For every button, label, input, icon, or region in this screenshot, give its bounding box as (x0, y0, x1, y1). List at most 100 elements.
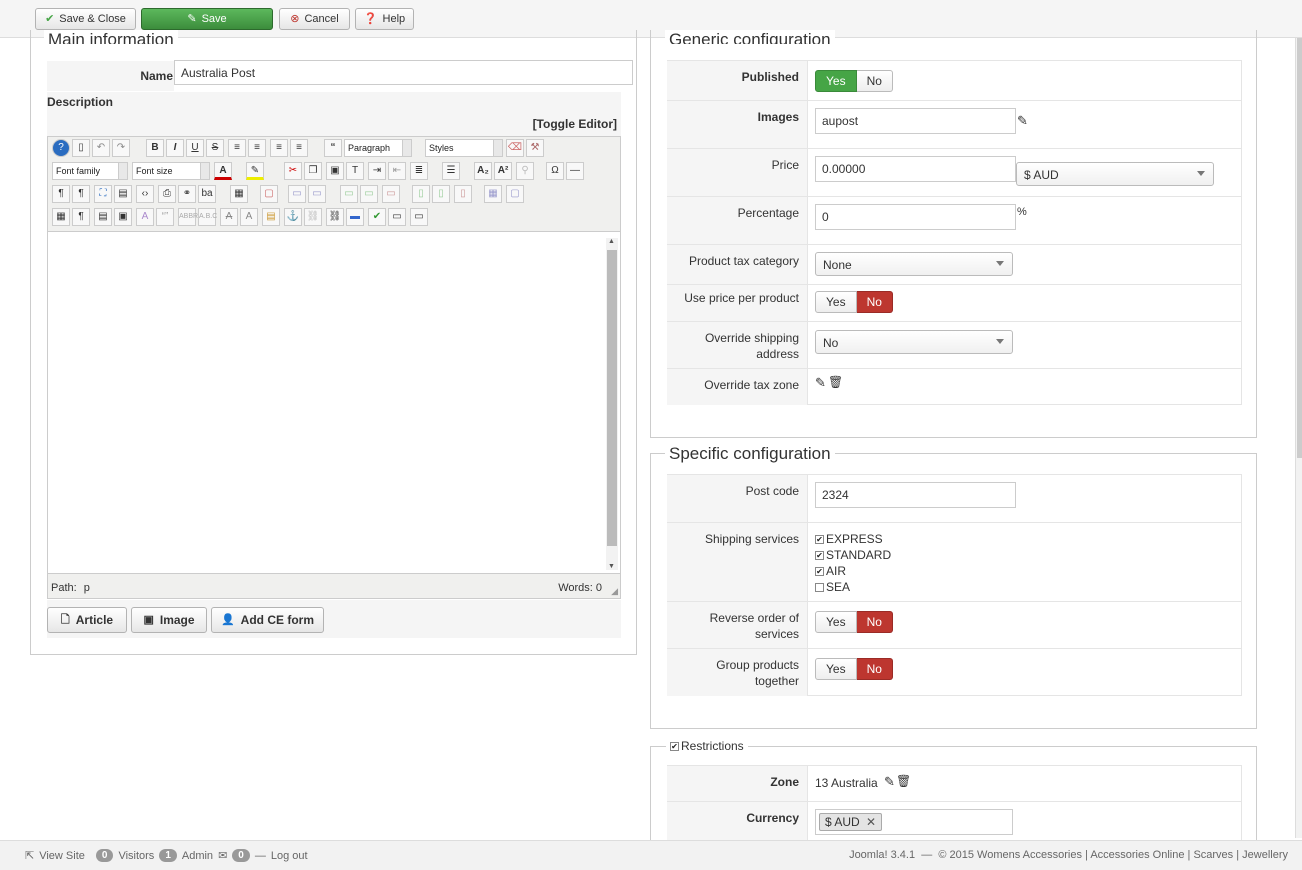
service-sea-checkbox[interactable] (815, 583, 824, 593)
search-replace-icon[interactable]: ⚭ (178, 185, 196, 203)
copy-icon[interactable]: ❐ (304, 162, 322, 180)
page-scrollbar-thumb[interactable] (1297, 38, 1302, 458)
image-icon[interactable]: ▣ (114, 208, 132, 226)
paste-icon[interactable]: ▣ (326, 162, 344, 180)
bold-icon[interactable]: B (146, 139, 164, 157)
service-standard-checkbox[interactable]: ✔ (815, 551, 824, 561)
attributes-icon[interactable]: ▤ (262, 208, 280, 226)
pencil-icon[interactable]: ✎ (1017, 113, 1028, 129)
insert-text-icon[interactable]: A (240, 208, 258, 226)
price-input[interactable]: 0.00000 (815, 156, 1016, 182)
template-icon[interactable]: ▤ (94, 208, 112, 226)
restrictions-checkbox[interactable]: ✔ (670, 742, 679, 752)
add-ce-form-button[interactable]: 👤 Add CE form (211, 607, 324, 633)
service-standard[interactable]: ✔ STANDARD (815, 547, 891, 563)
font-size-select[interactable]: Font size (132, 162, 210, 180)
table-delete-col-icon[interactable]: ▯ (454, 185, 472, 203)
group-products-no[interactable]: No (856, 658, 893, 680)
group-products-toggle[interactable]: Yes No (815, 658, 893, 680)
eraser-icon[interactable]: ⌫ (506, 139, 524, 157)
pencil-icon[interactable]: ✎ (884, 774, 895, 790)
new-document-icon[interactable]: ▯ (72, 139, 90, 157)
toggle-editor-link[interactable]: [Toggle Editor] (533, 117, 617, 131)
published-toggle[interactable]: Yes No (815, 70, 893, 92)
trash-icon[interactable]: 🗑 (896, 774, 911, 788)
style-props-icon[interactable]: A (136, 208, 154, 226)
pencil-icon[interactable]: ✎ (815, 375, 826, 391)
table-merge-icon[interactable]: ▯ (432, 185, 450, 203)
show-blocks-icon[interactable]: ¶ (72, 208, 90, 226)
help-icon[interactable]: ? (52, 139, 70, 157)
highlight-color-icon[interactable]: ✎ (246, 162, 264, 180)
insert-layer-icon[interactable]: ▦ (230, 185, 248, 203)
ltr-icon[interactable]: ¶ (52, 185, 70, 203)
redo-icon[interactable]: ↷ (112, 139, 130, 157)
spellcheck-icon[interactable]: ✔ (368, 208, 386, 226)
paragraph-select[interactable]: Paragraph (344, 139, 412, 157)
reverse-order-no[interactable]: No (856, 611, 893, 633)
reverse-order-toggle[interactable]: Yes No (815, 611, 893, 633)
override-shipping-select[interactable]: No (815, 330, 1013, 354)
currency-select[interactable]: $ AUD (1016, 162, 1214, 186)
align-left-icon[interactable]: ≡ (270, 139, 288, 157)
cancel-button[interactable]: ⊗ Cancel (279, 8, 350, 30)
cut-icon[interactable]: ✂ (284, 162, 302, 180)
postcode-input[interactable]: 2324 (815, 482, 1016, 508)
published-no[interactable]: No (856, 70, 893, 92)
abbr-icon[interactable]: ba (198, 185, 216, 203)
anchor-icon[interactable]: ⚓ (284, 208, 302, 226)
underline-icon[interactable]: U (186, 139, 204, 157)
remove-layer-icon[interactable]: ▢ (260, 185, 278, 203)
visual-aid-icon[interactable]: ▦ (52, 208, 70, 226)
align-center-icon[interactable]: ≡ (248, 139, 266, 157)
article-button[interactable]: 🗋 Article (47, 607, 127, 633)
close-icon[interactable]: ✕ (866, 815, 876, 829)
resize-handle-icon[interactable]: ◢ (611, 586, 618, 597)
restrictions-legend[interactable]: ✔ Restrictions (666, 739, 748, 753)
abbreviation-icon[interactable]: A.B.C (198, 208, 217, 226)
fullscreen-icon[interactable]: ⛶ (94, 185, 112, 203)
styles-select[interactable]: Styles (425, 139, 503, 157)
indent-icon[interactable]: ⇥ (368, 162, 386, 180)
bullet-list-icon[interactable]: ☰ (442, 162, 460, 180)
scroll-down-icon[interactable]: ▼ (608, 563, 615, 570)
price-per-product-no[interactable]: No (856, 291, 893, 313)
table-row-before-icon[interactable]: ▭ (288, 185, 306, 203)
name-input[interactable]: Australia Post (174, 60, 633, 85)
subscript-icon[interactable]: A₂ (474, 162, 492, 180)
editor-scrollbar[interactable]: ▲ ▼ (606, 238, 618, 570)
blockquote-icon[interactable]: “ (324, 139, 342, 157)
text-color-icon[interactable]: A (214, 162, 232, 180)
service-express-checkbox[interactable]: ✔ (815, 535, 824, 545)
align-right-icon[interactable]: ≡ (290, 139, 308, 157)
find-icon[interactable]: ⚲ (516, 162, 534, 180)
insert-image-icon[interactable]: ▬ (346, 208, 364, 226)
service-express[interactable]: ✔ EXPRESS (815, 531, 891, 547)
price-per-product-toggle[interactable]: Yes No (815, 291, 893, 313)
percentage-input[interactable]: 0 (815, 204, 1016, 230)
cite-icon[interactable]: “” (156, 208, 174, 226)
horizontal-rule-icon[interactable]: — (566, 162, 584, 180)
table-props-icon[interactable]: ▢ (506, 185, 524, 203)
nonbreaking-icon[interactable]: ▭ (410, 208, 428, 226)
pagebreak-icon[interactable]: ▭ (388, 208, 406, 226)
help-button[interactable]: ❓ Help (355, 8, 414, 30)
table-split-icon[interactable]: ▯ (412, 185, 430, 203)
rtl-icon[interactable]: ¶ (72, 185, 90, 203)
paste-text-icon[interactable]: T (346, 162, 364, 180)
table-delete-row-icon[interactable]: ▭ (382, 185, 400, 203)
service-air-checkbox[interactable]: ✔ (815, 567, 824, 577)
image-button[interactable]: ▣ Image (131, 607, 207, 633)
images-input[interactable]: aupost (815, 108, 1016, 134)
print-icon[interactable]: ⎙ (158, 185, 176, 203)
italic-icon[interactable]: I (166, 139, 184, 157)
tax-category-select[interactable]: None (815, 252, 1013, 276)
published-yes[interactable]: Yes (815, 70, 857, 92)
unlink-icon[interactable]: ⛓ (304, 208, 322, 226)
link-icon[interactable]: ⛓ (326, 208, 344, 226)
code-icon[interactable]: ‹› (136, 185, 154, 203)
currency-multiselect[interactable]: $ AUD ✕ (815, 809, 1013, 835)
delete-text-icon[interactable]: A (220, 208, 238, 226)
acronym-icon[interactable]: ABBR (178, 208, 198, 226)
group-products-yes[interactable]: Yes (815, 658, 857, 680)
